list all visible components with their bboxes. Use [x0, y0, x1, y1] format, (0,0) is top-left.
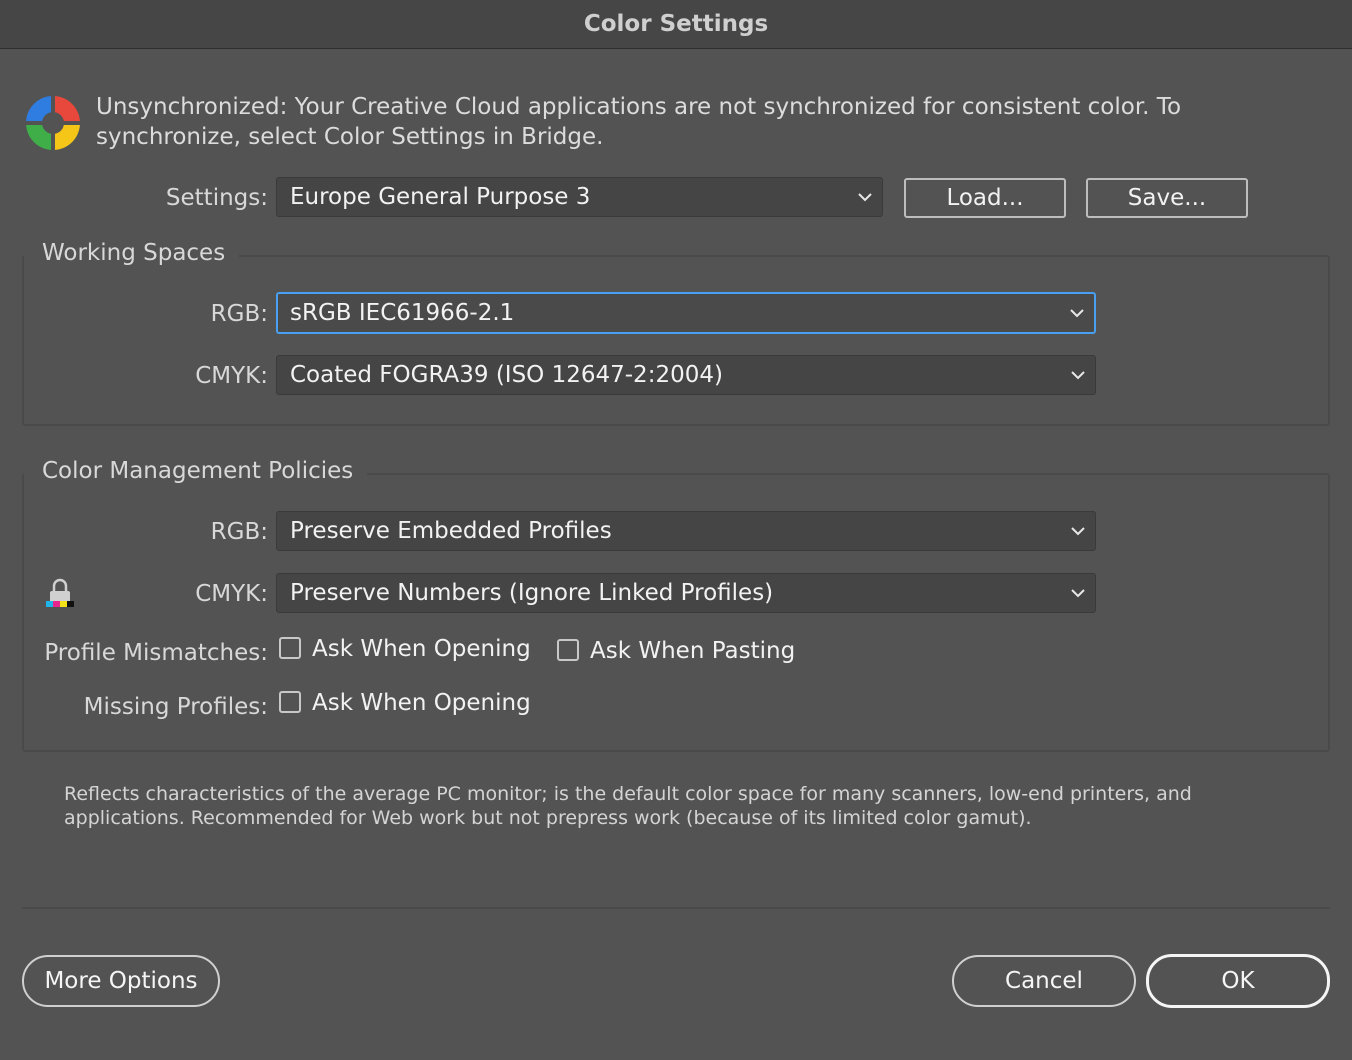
ws-rgb-select[interactable]: sRGB IEC61966-2.1	[276, 292, 1096, 334]
policy-cmyk-label: CMYK:	[195, 581, 268, 607]
policy-rgb-label: RGB:	[210, 519, 268, 545]
ws-cmyk-value: Coated FOGRA39 (ISO 12647-2:2004)	[290, 362, 723, 388]
chevron-down-icon	[848, 192, 882, 202]
footer-divider	[22, 907, 1330, 909]
settings-label: Settings:	[165, 185, 268, 211]
color-wheel-icon	[24, 94, 82, 152]
title-bar: Color Settings	[0, 0, 1352, 49]
load-button[interactable]: Load...	[904, 178, 1066, 218]
policy-cmyk-value: Preserve Numbers (Ignore Linked Profiles…	[290, 580, 774, 606]
mismatch-opening-label[interactable]: Ask When Opening	[312, 636, 531, 662]
policy-rgb-value: Preserve Embedded Profiles	[290, 518, 612, 544]
ws-rgb-label: RGB:	[210, 301, 268, 327]
save-button[interactable]: Save...	[1086, 178, 1248, 218]
chevron-down-icon	[1060, 308, 1094, 318]
lock-icon	[46, 578, 74, 607]
description-text: Reflects characteristics of the average …	[64, 783, 1192, 829]
window-title: Color Settings	[583, 11, 769, 37]
ws-rgb-value: sRGB IEC61966-2.1	[290, 300, 515, 326]
settings-select[interactable]: Europe General Purpose 3	[276, 177, 883, 217]
missing-opening-checkbox[interactable]	[279, 691, 301, 713]
working-spaces-group	[22, 255, 1330, 426]
settings-select-value: Europe General Purpose 3	[290, 184, 591, 210]
chevron-down-icon	[1061, 370, 1095, 380]
missing-profiles-label: Missing Profiles:	[83, 694, 268, 720]
cancel-button[interactable]: Cancel	[952, 955, 1136, 1007]
sync-status-message: Unsynchronized: Your Creative Cloud appl…	[96, 94, 1182, 150]
missing-opening-label[interactable]: Ask When Opening	[312, 690, 531, 716]
mismatch-pasting-checkbox[interactable]	[557, 639, 579, 661]
ws-cmyk-label: CMYK:	[195, 363, 268, 389]
ok-button[interactable]: OK	[1146, 954, 1330, 1008]
chevron-down-icon	[1061, 588, 1095, 598]
policy-cmyk-select[interactable]: Preserve Numbers (Ignore Linked Profiles…	[276, 573, 1096, 613]
mismatch-pasting-label[interactable]: Ask When Pasting	[590, 638, 795, 664]
working-spaces-title: Working Spaces	[24, 240, 240, 266]
policy-rgb-select[interactable]: Preserve Embedded Profiles	[276, 511, 1096, 551]
policies-title: Color Management Policies	[24, 458, 368, 484]
more-options-button[interactable]: More Options	[22, 955, 220, 1007]
ws-cmyk-select[interactable]: Coated FOGRA39 (ISO 12647-2:2004)	[276, 355, 1096, 395]
mismatch-opening-checkbox[interactable]	[279, 637, 301, 659]
profile-mismatches-label: Profile Mismatches:	[44, 640, 268, 666]
chevron-down-icon	[1061, 526, 1095, 536]
